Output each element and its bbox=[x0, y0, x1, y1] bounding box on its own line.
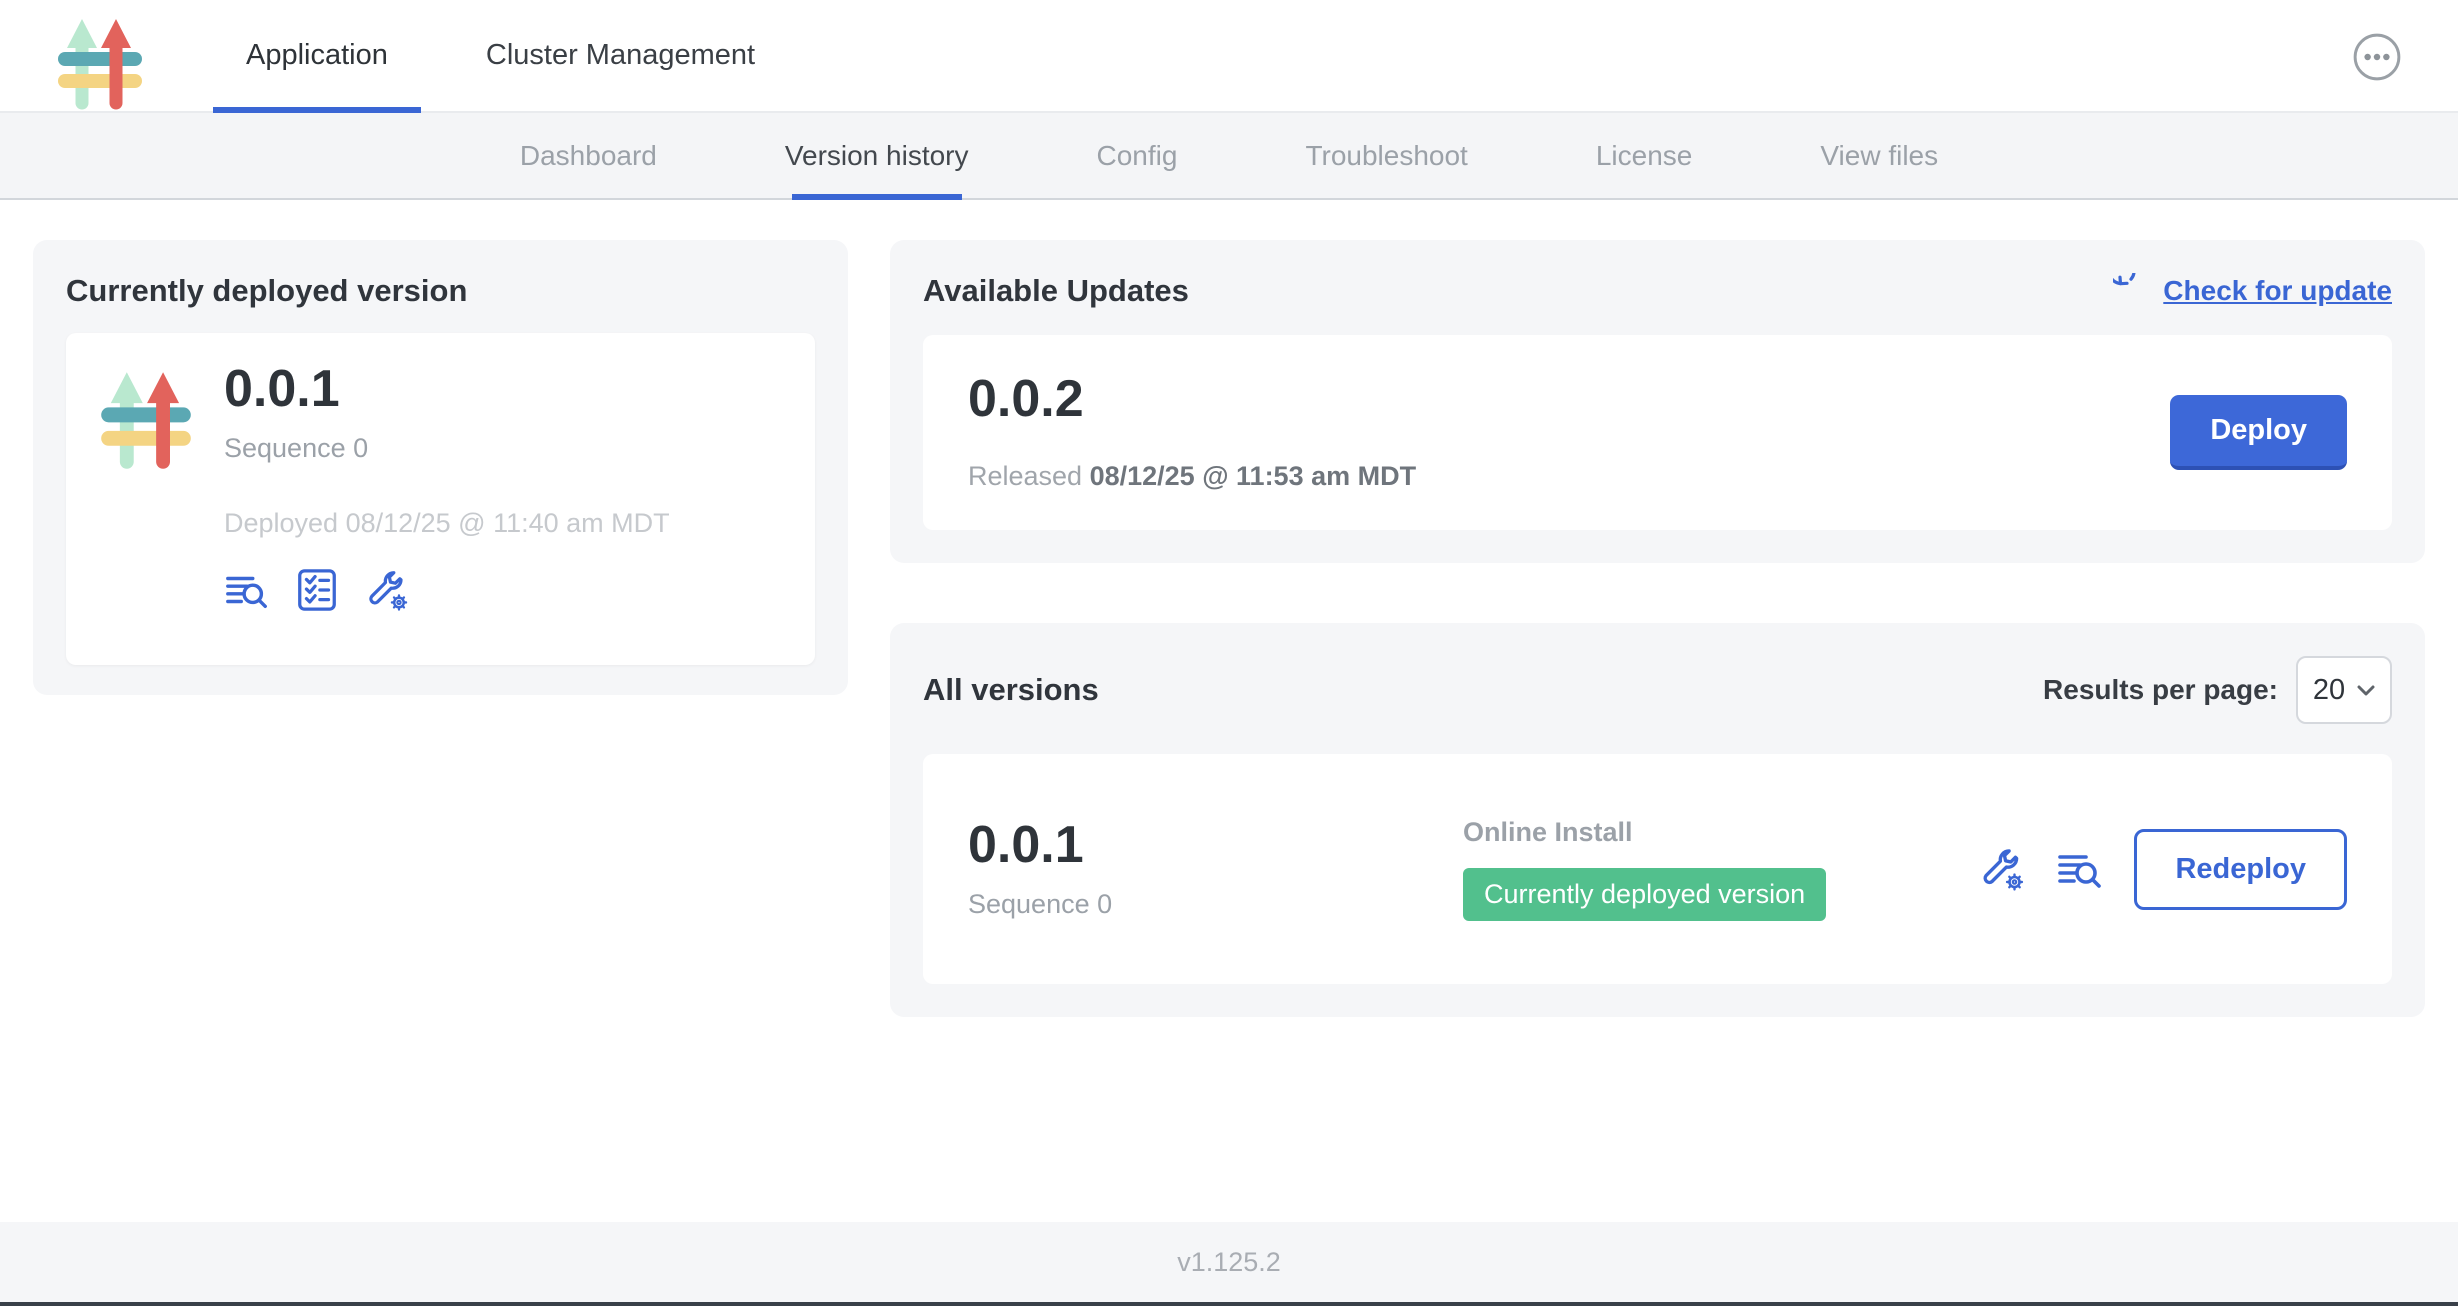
available-updates-title: Available Updates bbox=[923, 273, 1189, 309]
deployed-sequence: Sequence 0 bbox=[224, 433, 670, 464]
app-logo bbox=[55, 11, 145, 111]
wrench-gear-icon bbox=[364, 567, 410, 613]
view-config-button[interactable] bbox=[364, 567, 410, 613]
tab-application[interactable]: Application bbox=[213, 0, 421, 111]
update-item: 0.0.2 Released 08/12/25 @ 11:53 am MDT D… bbox=[923, 335, 2392, 530]
tab-dashboard[interactable]: Dashboard bbox=[456, 113, 721, 198]
ellipsis-icon bbox=[2352, 32, 2402, 82]
released-label: Released bbox=[968, 461, 1082, 491]
released-date: 08/12/25 @ 11:53 am MDT bbox=[1090, 461, 1417, 491]
view-logs-button[interactable] bbox=[224, 567, 270, 613]
app-footer: v1.125.2 bbox=[0, 1222, 2458, 1302]
wrench-gear-icon bbox=[1978, 845, 2026, 893]
header-tabs: Application Cluster Management bbox=[197, 0, 804, 111]
app-subnav: Dashboard Version history Config Trouble… bbox=[0, 113, 2458, 200]
app-logo bbox=[98, 363, 194, 635]
tab-troubleshoot[interactable]: Troubleshoot bbox=[1241, 113, 1531, 198]
currently-deployed-title: Currently deployed version bbox=[66, 273, 815, 309]
row-version-number: 0.0.1 bbox=[968, 819, 1463, 871]
all-versions-title: All versions bbox=[923, 672, 1099, 708]
main-content: Currently deployed version 0.0.1 Sequenc… bbox=[0, 200, 2458, 1017]
check-for-update-link[interactable]: Check for update bbox=[2113, 273, 2392, 309]
tab-version-history[interactable]: Version history bbox=[721, 113, 1033, 198]
results-per-page-select[interactable]: 20 bbox=[2296, 656, 2392, 724]
deployed-version-panel: 0.0.1 Sequence 0 Deployed 08/12/25 @ 11:… bbox=[66, 333, 815, 665]
all-versions-card: All versions Results per page: 20 0.0.1 … bbox=[890, 623, 2425, 1017]
chevron-down-icon bbox=[2357, 683, 2375, 698]
currently-deployed-badge: Currently deployed version bbox=[1463, 868, 1826, 921]
results-per-page-value: 20 bbox=[2313, 674, 2345, 707]
redeploy-button[interactable]: Redeploy bbox=[2134, 829, 2347, 910]
overflow-menu-button[interactable] bbox=[2352, 32, 2402, 82]
bottom-edge-bar bbox=[0, 1302, 2458, 1306]
app-header: Application Cluster Management bbox=[0, 0, 2458, 113]
row-install-type: Online Install bbox=[1463, 817, 1978, 848]
preflight-checklist-icon bbox=[294, 567, 340, 613]
console-version: v1.125.2 bbox=[1177, 1247, 1281, 1278]
refresh-icon bbox=[2113, 273, 2149, 309]
tab-cluster-management[interactable]: Cluster Management bbox=[453, 0, 788, 111]
update-version-number: 0.0.2 bbox=[968, 373, 1416, 425]
tab-config[interactable]: Config bbox=[1033, 113, 1242, 198]
logs-search-icon bbox=[2056, 845, 2104, 893]
results-per-page-label: Results per page: bbox=[2043, 674, 2278, 706]
logs-search-icon bbox=[224, 567, 270, 613]
deploy-button[interactable]: Deploy bbox=[2170, 395, 2347, 470]
tab-view-files[interactable]: View files bbox=[1756, 113, 2002, 198]
preflight-checks-button[interactable] bbox=[294, 567, 340, 613]
row-logs-button[interactable] bbox=[2056, 845, 2104, 893]
deployed-timestamp: Deployed 08/12/25 @ 11:40 am MDT bbox=[224, 508, 670, 539]
version-row: 0.0.1 Sequence 0 Online Install Currentl… bbox=[923, 754, 2392, 984]
row-config-button[interactable] bbox=[1978, 845, 2026, 893]
tab-license[interactable]: License bbox=[1532, 113, 1757, 198]
check-for-update-label: Check for update bbox=[2163, 275, 2392, 307]
update-released-timestamp: Released 08/12/25 @ 11:53 am MDT bbox=[968, 461, 1416, 492]
currently-deployed-card: Currently deployed version 0.0.1 Sequenc… bbox=[33, 240, 848, 695]
available-updates-card: Available Updates Check for update 0.0.2… bbox=[890, 240, 2425, 563]
row-sequence: Sequence 0 bbox=[968, 889, 1463, 920]
deployed-version-number: 0.0.1 bbox=[224, 363, 670, 415]
